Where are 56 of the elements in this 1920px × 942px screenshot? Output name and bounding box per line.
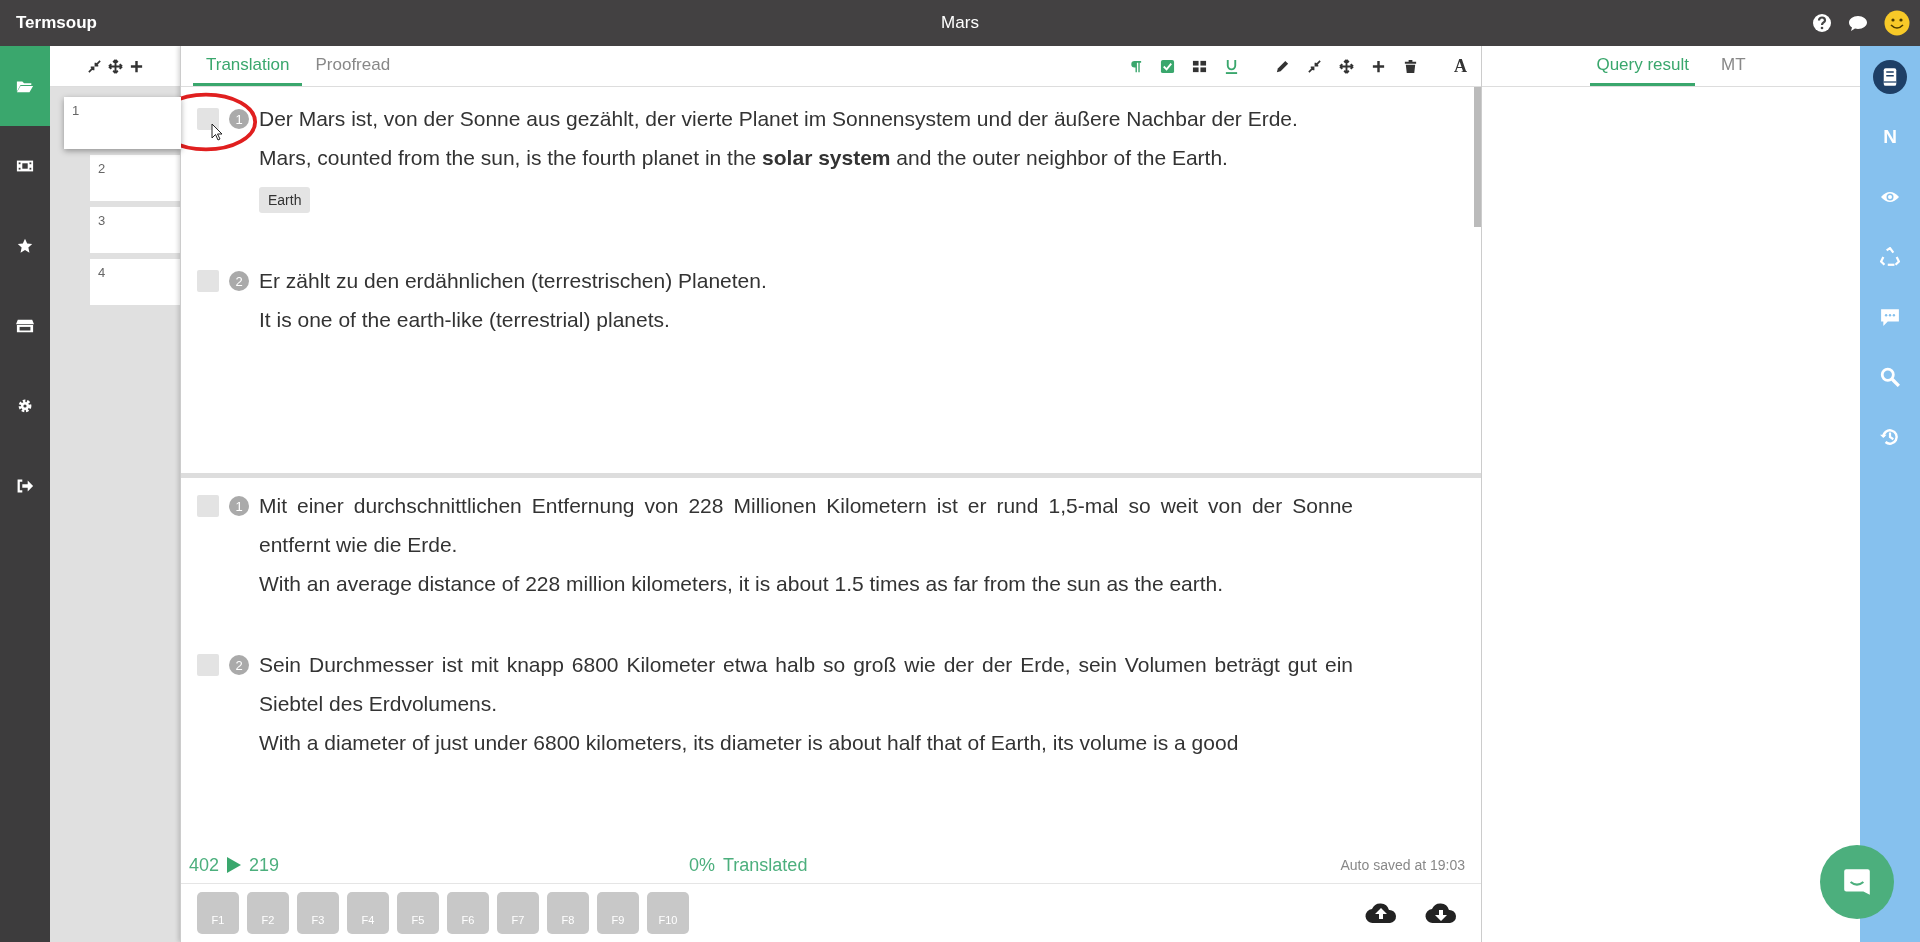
editor-tab[interactable]: Proofread xyxy=(302,46,404,86)
target-sentence[interactable]: With an average distance of 228 million kilometers, it is about 1.5 times as far from the sun as the earth. xyxy=(259,564,1353,603)
app-name: Termsoup xyxy=(16,13,97,33)
move-icon[interactable] xyxy=(107,58,123,74)
segment-number: 2 xyxy=(229,655,249,675)
page-thumbnail[interactable]: 1 xyxy=(64,97,181,149)
segment-checkbox[interactable] xyxy=(197,270,219,292)
result-tab[interactable]: Query result xyxy=(1590,46,1695,86)
autosave-status: Auto saved at 19:03 xyxy=(1340,857,1465,873)
source-word-count: 402 xyxy=(189,854,220,876)
source-sentence: Sein Durchmesser ist mit knapp 6800 Kilometer etwa halb so groß wie der der Erde, sein Volumen beträgt gut ein Siebtel des Erdvolumens. xyxy=(259,652,1353,717)
page-thumbnail[interactable]: 3 xyxy=(90,207,180,253)
play-icon xyxy=(227,857,242,873)
target-word-count: 219 xyxy=(249,854,280,876)
target-sentence[interactable]: It is one of the earth-like (terrestrial) planets. xyxy=(259,300,1353,339)
plus-icon[interactable] xyxy=(1371,58,1386,74)
grid-icon[interactable] xyxy=(1192,58,1207,74)
checkbox-icon[interactable] xyxy=(1160,58,1175,74)
progress-label: Translated xyxy=(723,854,808,876)
term-tag[interactable]: Earth xyxy=(259,187,311,213)
trash-icon[interactable] xyxy=(1403,58,1418,74)
page-thumbnail[interactable]: 4 xyxy=(90,259,180,305)
pencil-icon[interactable] xyxy=(1275,58,1290,74)
segment-number: 1 xyxy=(229,109,249,129)
mouse-cursor-icon xyxy=(211,123,223,141)
source-sentence: Mit einer durchschnittlichen Entfernung von 228 Millionen Kilometern ist er rund 1,5-mal so weit von der Sonne entfernt wie die Erde. xyxy=(259,493,1353,558)
result-tab[interactable]: MT xyxy=(1715,46,1752,86)
chat-icon xyxy=(1841,866,1873,898)
segment-checkbox[interactable] xyxy=(197,108,219,130)
cloud-download-icon[interactable] xyxy=(1425,901,1457,925)
source-sentence: Er zählt zu den erdähnlichen (terrestrischen) Planeten. xyxy=(259,268,768,294)
underline-icon[interactable] xyxy=(1224,58,1239,74)
cloud-upload-icon[interactable] xyxy=(1365,901,1397,925)
target-sentence[interactable]: Mars, counted from the sun, is the fourth planet in the solar system and the outer neighbor of the Earth. xyxy=(259,138,1353,177)
page-thumbnail[interactable]: 2 xyxy=(90,155,180,201)
progress-percent: 0% xyxy=(689,854,715,876)
smiley-avatar-icon[interactable] xyxy=(1884,10,1910,36)
font-button[interactable]: A xyxy=(1454,55,1467,77)
scrollbar-thumb[interactable] xyxy=(1474,87,1481,227)
segment-number: 1 xyxy=(229,496,249,516)
tool-book-icon[interactable] xyxy=(1873,60,1907,94)
segment-checkbox[interactable] xyxy=(197,495,219,517)
document-title: Mars xyxy=(941,13,979,33)
compress-icon[interactable] xyxy=(1307,58,1322,74)
move-icon[interactable] xyxy=(1339,58,1354,74)
target-sentence[interactable]: With a diameter of just under 6800 kilometers, its diameter is about half that of Earth, its volume is a good xyxy=(259,723,1353,762)
compress-icon[interactable] xyxy=(86,58,102,74)
pilcrow-icon[interactable] xyxy=(1128,58,1143,74)
plus-icon[interactable] xyxy=(128,58,144,74)
source-sentence: Der Mars ist, von der Sonne aus gezählt, der vierte Planet im Sonnensystem und der äußere Nachbar der Erde. xyxy=(259,106,1299,132)
letter-tool-button[interactable]: N xyxy=(1873,120,1907,154)
segment-checkbox[interactable] xyxy=(197,654,219,676)
segment-number: 2 xyxy=(229,271,249,291)
help-icon[interactable] xyxy=(1812,13,1832,33)
editor-tab[interactable]: Translation xyxy=(193,46,303,86)
chat-icon[interactable] xyxy=(1848,13,1868,33)
